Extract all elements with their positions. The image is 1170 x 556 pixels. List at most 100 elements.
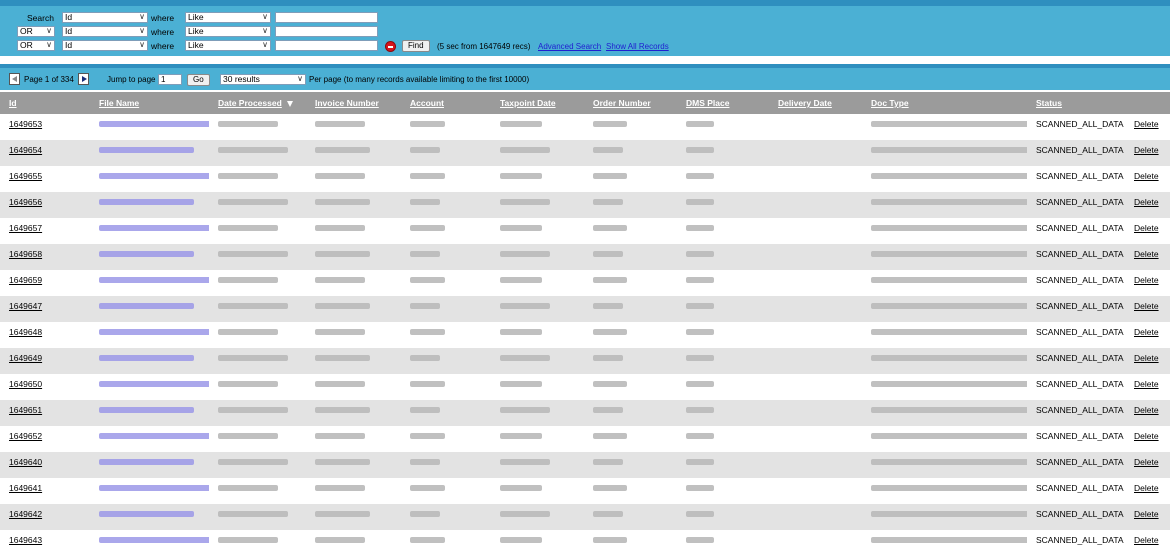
delete-link[interactable]: Delete — [1134, 353, 1159, 363]
delete-link[interactable]: Delete — [1134, 405, 1159, 415]
redacted-value — [99, 251, 194, 257]
redacted-value — [315, 433, 365, 439]
search-value-input-3[interactable] — [275, 40, 378, 51]
delete-link[interactable]: Delete — [1134, 145, 1159, 155]
col-header-date-processed[interactable]: Date Processed — [209, 92, 306, 114]
record-id-link[interactable]: 1649641 — [9, 483, 42, 493]
cell-doc-type — [862, 322, 1027, 348]
record-id-link[interactable]: 1649647 — [9, 301, 42, 311]
delete-link[interactable]: Delete — [1134, 431, 1159, 441]
record-id-link[interactable]: 1649659 — [9, 275, 42, 285]
record-id-link[interactable]: 1649652 — [9, 431, 42, 441]
delete-link[interactable]: Delete — [1134, 119, 1159, 129]
delete-link[interactable]: Delete — [1134, 379, 1159, 389]
cell-file-name[interactable] — [90, 452, 209, 478]
search-field-select-3[interactable]: Id ∨ — [62, 40, 148, 51]
delete-link[interactable]: Delete — [1134, 197, 1159, 207]
search-operator-select-2[interactable]: Like ∨ — [185, 26, 271, 37]
delete-link[interactable]: Delete — [1134, 301, 1159, 311]
cell-file-name[interactable] — [90, 530, 209, 556]
redacted-value — [218, 251, 288, 257]
search-operator-select-3[interactable]: Like ∨ — [185, 40, 271, 51]
col-header-file-name[interactable]: File Name — [90, 92, 209, 114]
search-field-select-2[interactable]: Id ∨ — [62, 26, 148, 37]
jump-to-page-input[interactable]: 1 — [158, 74, 182, 85]
record-id-link[interactable]: 1649657 — [9, 223, 42, 233]
cell-file-name[interactable] — [90, 478, 209, 504]
redacted-value — [871, 225, 1027, 231]
table-row: 1649640 SCANNED_ALL_DATA Delete — [0, 452, 1170, 478]
per-page-select[interactable]: 30 results ∨ — [220, 74, 306, 85]
cell-date-processed — [209, 452, 306, 478]
cell-file-name[interactable] — [90, 400, 209, 426]
delete-link[interactable]: Delete — [1134, 249, 1159, 259]
cell-file-name[interactable] — [90, 192, 209, 218]
col-header-dms-place[interactable]: DMS Place — [677, 92, 769, 114]
go-button[interactable]: Go — [187, 74, 210, 86]
cell-file-name[interactable] — [90, 426, 209, 452]
cell-file-name[interactable] — [90, 374, 209, 400]
record-id-link[interactable]: 1649650 — [9, 379, 42, 389]
delete-link[interactable]: Delete — [1134, 171, 1159, 181]
cell-invoice-number — [306, 140, 401, 166]
col-header-delivery-date[interactable]: Delivery Date — [769, 92, 862, 114]
search-operator-select-1[interactable]: Like ∨ — [185, 12, 271, 23]
connector-select-3[interactable]: OR ∨ — [17, 40, 55, 51]
cell-invoice-number — [306, 270, 401, 296]
col-header-status[interactable]: Status — [1027, 92, 1125, 114]
delete-link[interactable]: Delete — [1134, 327, 1159, 337]
connector-select-2[interactable]: OR ∨ — [17, 26, 55, 37]
cell-file-name[interactable] — [90, 322, 209, 348]
redacted-value — [593, 355, 623, 361]
cell-file-name[interactable] — [90, 270, 209, 296]
cell-file-name[interactable] — [90, 244, 209, 270]
advanced-search-link[interactable]: Advanced Search — [538, 42, 601, 51]
record-id-link[interactable]: 1649655 — [9, 171, 42, 181]
minus-circle-icon[interactable] — [385, 41, 396, 52]
delete-link[interactable]: Delete — [1134, 457, 1159, 467]
record-id-link[interactable]: 1649651 — [9, 405, 42, 415]
record-id-link[interactable]: 1649656 — [9, 197, 42, 207]
delete-link[interactable]: Delete — [1134, 275, 1159, 285]
cell-id: 1649641 — [0, 478, 90, 504]
col-header-invoice-number[interactable]: Invoice Number — [306, 92, 401, 114]
col-header-taxpoint-date[interactable]: Taxpoint Date — [491, 92, 584, 114]
record-id-link[interactable]: 1649642 — [9, 509, 42, 519]
find-button[interactable]: Find — [402, 40, 430, 52]
record-id-link[interactable]: 1649649 — [9, 353, 42, 363]
delete-link[interactable]: Delete — [1134, 509, 1159, 519]
search-value-input-2[interactable] — [275, 26, 378, 37]
prev-page-icon[interactable] — [9, 73, 20, 85]
next-page-icon[interactable] — [78, 73, 89, 85]
record-id-link[interactable]: 1649643 — [9, 535, 42, 545]
show-all-records-link[interactable]: Show All Records — [606, 42, 669, 51]
record-id-link[interactable]: 1649654 — [9, 145, 42, 155]
record-id-link[interactable]: 1649653 — [9, 119, 42, 129]
delete-link[interactable]: Delete — [1134, 223, 1159, 233]
search-value-input-1[interactable] — [275, 12, 378, 23]
cell-file-name[interactable] — [90, 504, 209, 530]
cell-file-name[interactable] — [90, 140, 209, 166]
cell-order-number — [584, 504, 677, 530]
cell-file-name[interactable] — [90, 114, 209, 140]
search-operator-value: Like — [188, 12, 204, 22]
redacted-value — [686, 355, 714, 361]
col-header-account[interactable]: Account — [401, 92, 491, 114]
col-header-doc-type[interactable]: Doc Type — [862, 92, 1027, 114]
cell-file-name[interactable] — [90, 166, 209, 192]
cell-file-name[interactable] — [90, 296, 209, 322]
redacted-value — [593, 121, 627, 127]
col-header-id[interactable]: Id — [0, 92, 90, 114]
delete-link[interactable]: Delete — [1134, 535, 1159, 545]
col-header-order-number[interactable]: Order Number — [584, 92, 677, 114]
record-id-link[interactable]: 1649640 — [9, 457, 42, 467]
cell-account — [401, 192, 491, 218]
record-id-link[interactable]: 1649658 — [9, 249, 42, 259]
cell-file-name[interactable] — [90, 348, 209, 374]
cell-file-name[interactable] — [90, 218, 209, 244]
record-id-link[interactable]: 1649648 — [9, 327, 42, 337]
redacted-value — [500, 381, 542, 387]
cell-id: 1649656 — [0, 192, 90, 218]
delete-link[interactable]: Delete — [1134, 483, 1159, 493]
search-field-select-1[interactable]: Id ∨ — [62, 12, 148, 23]
